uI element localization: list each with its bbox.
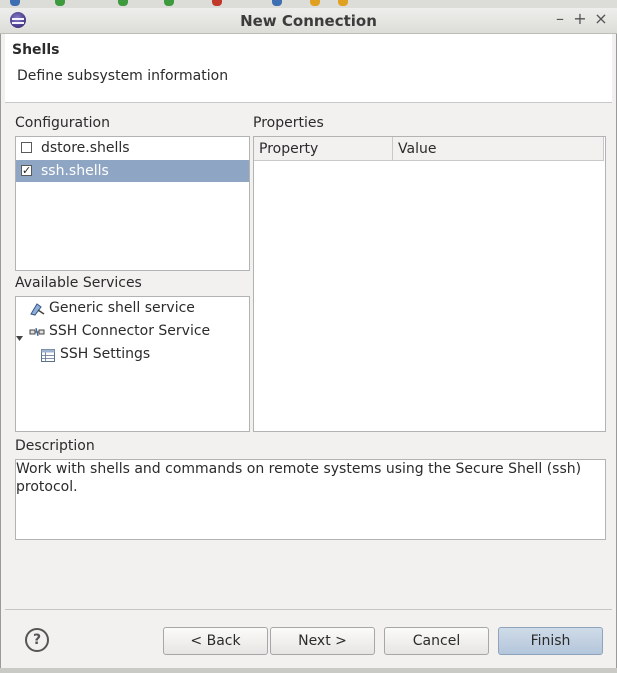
- settings-table-icon: [41, 347, 55, 369]
- toolbar-icon: [310, 0, 320, 6]
- toolbar-icon: [118, 0, 128, 6]
- tree-item-label: SSH Connector Service: [49, 323, 211, 339]
- tree-item-label: SSH Settings: [60, 346, 151, 362]
- column-header-property[interactable]: Property: [254, 137, 393, 161]
- toolbar-icon: [338, 0, 348, 6]
- configuration-item-label: dstore.shells: [41, 140, 130, 156]
- back-button[interactable]: < Back: [163, 627, 268, 655]
- configuration-item-ssh-shells[interactable]: ✓ ssh.shells: [16, 160, 249, 182]
- window-bottom-edge: [0, 668, 617, 673]
- checkbox[interactable]: [21, 142, 32, 153]
- properties-label: Properties: [253, 115, 324, 131]
- tree-item-ssh-connector-service[interactable]: SSH Connector Service: [16, 320, 249, 342]
- tree-item-ssh-settings[interactable]: SSH Settings: [16, 343, 249, 365]
- checkbox-checked[interactable]: ✓: [21, 165, 32, 176]
- toolbar-icon: [164, 0, 174, 6]
- page-description: Define subsystem information: [17, 68, 229, 84]
- finish-button[interactable]: Finish: [498, 627, 603, 655]
- properties-table[interactable]: [253, 136, 606, 432]
- help-icon[interactable]: ?: [25, 628, 49, 652]
- description-text: Work with shells and commands on remote …: [16, 461, 582, 495]
- minimize-button[interactable]: –: [551, 10, 569, 28]
- page-title: Shells: [12, 42, 60, 58]
- parent-toolbar-strip: [0, 0, 617, 8]
- toolbar-icon: [272, 0, 282, 6]
- tree-item-generic-shell-service[interactable]: Generic shell service: [16, 297, 249, 319]
- next-button[interactable]: Next >: [270, 627, 375, 655]
- toolbar-icon: [10, 0, 20, 6]
- tree-item-label: Generic shell service: [49, 300, 195, 316]
- description-label: Description: [15, 438, 95, 454]
- close-button[interactable]: ×: [592, 10, 610, 28]
- toolbar-icon: [55, 0, 65, 6]
- column-header-value[interactable]: Value: [393, 137, 604, 161]
- button-bar-separator: [5, 609, 612, 610]
- configuration-label: Configuration: [15, 115, 110, 131]
- window-title: New Connection: [240, 12, 377, 30]
- cancel-button[interactable]: Cancel: [384, 627, 489, 655]
- maximize-button[interactable]: +: [571, 10, 589, 28]
- configuration-item-label: ssh.shells: [41, 163, 109, 179]
- available-services-label: Available Services: [15, 275, 142, 291]
- toolbar-icon: [212, 0, 222, 6]
- configuration-item-dstore-shells[interactable]: dstore.shells: [16, 137, 249, 159]
